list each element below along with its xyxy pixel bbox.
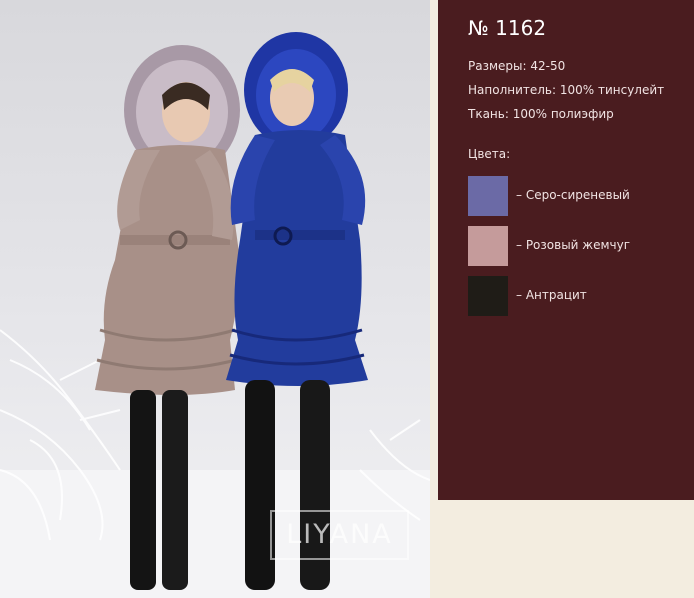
colors-title: Цвета: [468,147,511,161]
product-info-panel: № 1162 Размеры: 42-50 Наполнитель: 100% … [438,0,694,500]
color-swatch [468,176,508,216]
color-option-grey-lilac: – Серо-сиреневый [468,176,688,216]
color-swatch [468,226,508,266]
model-number: № 1162 [468,16,547,40]
fabric-text: Ткань: 100% полиэфир [468,107,614,121]
divider-gap [430,0,438,598]
filling-text: Наполнитель: 100% тинсулейт [468,83,665,97]
models-illustration [0,32,430,598]
product-photo: LIYANA [0,0,430,598]
color-label: – Розовый жемчуг [516,238,631,252]
color-option-pink-pearl: – Розовый жемчуг [468,226,688,266]
color-label: – Серо-сиреневый [516,188,630,202]
color-option-anthracite: – Антрацит [468,276,688,316]
brand-watermark: LIYANA [270,510,409,560]
sizes-text: Размеры: 42-50 [468,59,566,73]
color-swatch [468,276,508,316]
color-label: – Антрацит [516,288,587,302]
